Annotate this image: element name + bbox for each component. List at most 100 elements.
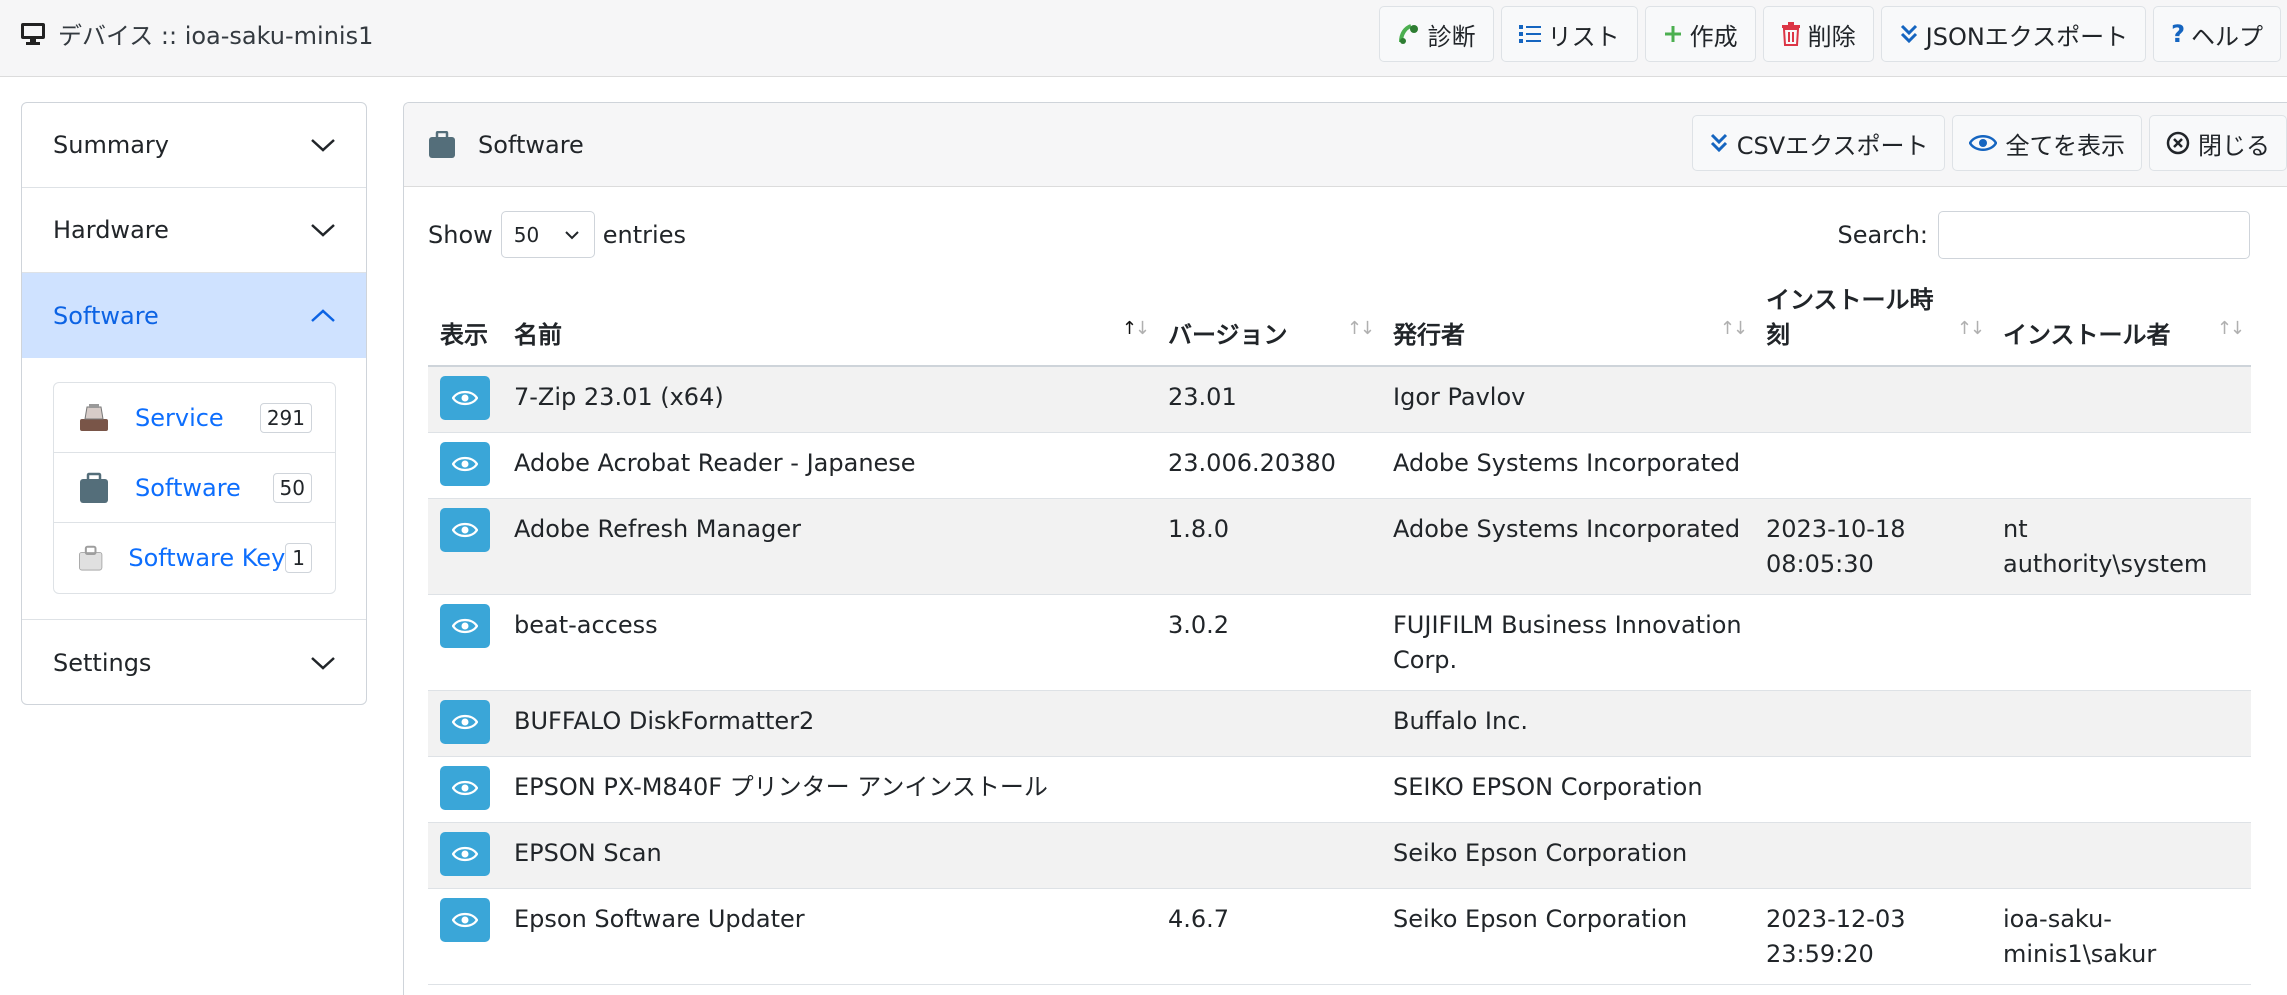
- list-button-label: リスト: [1547, 22, 1620, 51]
- column-install-time[interactable]: インストール時刻 ↑↓: [1754, 271, 1991, 367]
- create-button[interactable]: 作成: [1644, 6, 1756, 62]
- chevron-down-icon: [311, 656, 335, 670]
- cell-installer: [1991, 432, 2251, 499]
- table-row: beat-access 3.0.2 FUJIFILM Business Innova…: [428, 594, 2251, 691]
- sidebar-software-body: Service 291 Software 50 Software Key 1: [22, 358, 366, 620]
- json-export-button[interactable]: JSONエクスポート: [1880, 6, 2147, 62]
- diagnose-button-label: 診断: [1427, 22, 1476, 51]
- software-icon: [80, 472, 108, 503]
- cell-version: [1156, 822, 1381, 889]
- view-button[interactable]: [440, 832, 490, 876]
- eye-icon: [452, 780, 478, 796]
- search-label: Search:: [1837, 221, 1928, 249]
- sidebar-section-label: Software: [53, 301, 159, 330]
- sidebar-section-summary[interactable]: Summary: [22, 103, 366, 188]
- panel-title: Software: [428, 103, 584, 187]
- view-button[interactable]: [440, 604, 490, 648]
- list-icon: [1518, 25, 1541, 43]
- sidebar-section-settings[interactable]: Settings: [22, 620, 366, 704]
- column-name[interactable]: 名前 ↑↓: [502, 271, 1156, 367]
- help-icon: ?: [2171, 20, 2185, 48]
- cell-version: 1.8.0: [1156, 498, 1381, 595]
- entries-select[interactable]: 50: [500, 211, 595, 258]
- table-row: Adobe Acrobat Reader - Japanese 23.006.20…: [428, 432, 2251, 499]
- cell-installed: [1754, 690, 1991, 757]
- diagnose-button[interactable]: 診断: [1378, 6, 1494, 62]
- help-button[interactable]: ? ヘルプ: [2153, 6, 2281, 62]
- view-button[interactable]: [440, 898, 490, 942]
- table-row: EPSON Scan Seiko Epson Corporation: [428, 822, 2251, 889]
- cell-installed: [1754, 366, 1991, 433]
- cell-publisher: Adobe Systems Incorporated: [1381, 432, 1754, 499]
- column-label: 発行者: [1393, 321, 1465, 349]
- eye-icon: [452, 390, 478, 406]
- column-label: バージョン: [1168, 321, 1288, 349]
- panel-title-text: Software: [478, 131, 584, 159]
- cell-installer: [1991, 822, 2251, 889]
- chevron-up-icon: [311, 308, 335, 322]
- column-publisher[interactable]: 発行者 ↑↓: [1381, 271, 1754, 367]
- json-export-button-label: JSONエクスポート: [1925, 22, 2129, 51]
- cell-installed: [1754, 432, 1991, 499]
- double-chevron-down-icon: [1710, 133, 1727, 153]
- view-cell: [428, 432, 502, 499]
- column-installer[interactable]: インストール者 ↑↓: [1991, 271, 2251, 367]
- view-button[interactable]: [440, 376, 490, 420]
- cell-name: Adobe Refresh Manager: [502, 498, 1156, 595]
- sidebar-item-label: Service: [135, 403, 224, 432]
- column-label: 表示: [440, 321, 488, 349]
- table-row: 7-Zip 23.01 (x64) 23.01 Igor Pavlov: [428, 366, 2251, 433]
- cell-name: 7-Zip 23.01 (x64): [502, 366, 1156, 433]
- software-panel: Software CSVエクスポート 全てを表示 閉じる Show 50 ent…: [403, 102, 2287, 995]
- sidebar-section-label: Settings: [53, 648, 152, 677]
- list-button[interactable]: リスト: [1500, 6, 1638, 62]
- show-all-button[interactable]: 全てを表示: [1952, 115, 2142, 171]
- close-circle-icon: [2166, 131, 2190, 155]
- search-input[interactable]: [1938, 211, 2250, 259]
- count-badge: 291: [259, 402, 312, 433]
- sort-icon: ↑↓: [1121, 318, 1150, 339]
- delete-button[interactable]: 削除: [1762, 6, 1874, 62]
- column-label: インストール者: [2003, 321, 2171, 349]
- cell-installed: [1754, 756, 1991, 823]
- service-icon: [80, 403, 108, 431]
- view-button[interactable]: [440, 766, 490, 810]
- panel-header: Software CSVエクスポート 全てを表示 閉じる: [404, 103, 2287, 187]
- cell-installed: [1754, 594, 1991, 691]
- eye-icon: [452, 846, 478, 862]
- close-button[interactable]: 閉じる: [2149, 115, 2287, 171]
- chevron-down-icon: [311, 224, 335, 237]
- view-cell: [428, 594, 502, 691]
- view-cell: [428, 498, 502, 595]
- column-view: 表示: [428, 271, 502, 367]
- csv-export-button[interactable]: CSVエクスポート: [1691, 115, 1946, 171]
- monitor-icon: [21, 22, 45, 45]
- view-cell: [428, 822, 502, 889]
- software-key-icon: [79, 545, 103, 571]
- cell-name: EPSON PX-M840F プリンター アンインストール: [502, 756, 1156, 823]
- sidebar: Summary Hardware Software Service 291 So…: [21, 102, 367, 705]
- view-button[interactable]: [440, 442, 490, 486]
- cell-installed: 2023-10-18 08:05:30: [1754, 498, 1991, 595]
- entries-label: entries: [602, 220, 686, 249]
- column-label: 名前: [514, 321, 562, 349]
- sidebar-item-software-key[interactable]: Software Key 1: [54, 523, 335, 593]
- sidebar-section-software[interactable]: Software: [22, 273, 366, 358]
- view-cell: [428, 756, 502, 823]
- cell-installer: [1991, 366, 2251, 433]
- sidebar-item-software[interactable]: Software 50: [54, 453, 335, 523]
- cell-version: 3.0.2: [1156, 594, 1381, 691]
- close-label: 閉じる: [2198, 131, 2270, 160]
- sidebar-section-hardware[interactable]: Hardware: [22, 188, 366, 273]
- column-version[interactable]: バージョン ↑↓: [1156, 271, 1381, 367]
- cell-installer: nt authority\system: [1991, 498, 2251, 595]
- eye-icon: [452, 522, 478, 538]
- table-row: Adobe Refresh Manager 1.8.0 Adobe Systems …: [428, 498, 2251, 595]
- sidebar-section-label: Hardware: [53, 216, 169, 244]
- top-bar: デバイス :: ioa-saku-minis1 診断 リスト 作成 削除 JSO…: [0, 0, 2287, 77]
- view-button[interactable]: [440, 700, 490, 744]
- view-button[interactable]: [440, 508, 490, 552]
- sidebar-item-service[interactable]: Service 291: [54, 383, 335, 453]
- diagnose-icon: [1398, 24, 1418, 44]
- eye-icon: [452, 618, 478, 634]
